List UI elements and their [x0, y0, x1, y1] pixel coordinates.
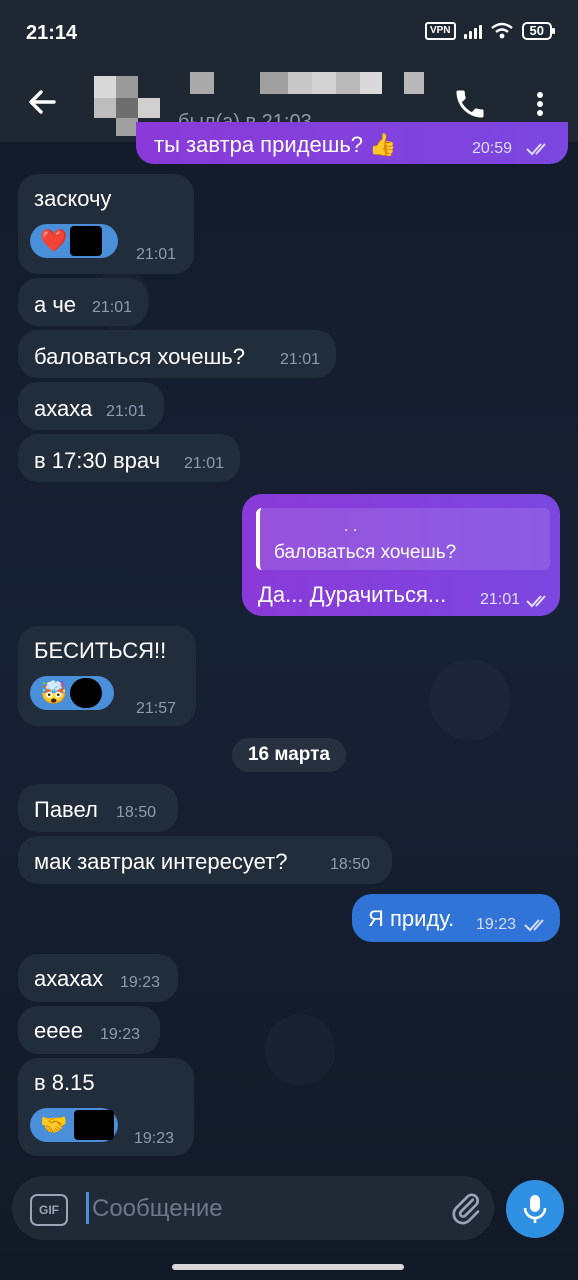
vpn-icon: VPN [424, 22, 456, 40]
message-text: ееее [34, 1018, 83, 1043]
reaction-chip[interactable]: 🤯 [30, 676, 114, 710]
reactor-avatar [74, 1110, 114, 1140]
battery-icon: 50 [521, 22, 556, 40]
message-text: БЕСИТЬСЯ!! [34, 638, 167, 663]
message-text: Павел [34, 797, 98, 822]
heart-icon: ❤️ [40, 228, 68, 253]
message-text: мак завтрак интересует? [34, 849, 288, 874]
message-time: 19:23 [134, 1130, 175, 1147]
gif-button[interactable]: GIF [30, 1194, 68, 1226]
message-time: 21:01 [136, 246, 177, 263]
message-composer: GIF [12, 1176, 494, 1240]
microphone-button[interactable] [506, 1180, 564, 1238]
message-bubble-incoming[interactable]: Павел 18:50 [18, 784, 178, 832]
message-bubble-incoming[interactable]: БЕСИТЬСЯ!! 🤯 21:57 [18, 626, 196, 726]
message-time: 19:23 [476, 916, 517, 933]
status-icons: VPN 50 [424, 22, 556, 40]
message-text: Да... Дурачиться... [258, 582, 447, 607]
reply-text: баловаться хочешь? [274, 542, 457, 563]
reply-quote[interactable]: . . баловаться хочешь? [256, 508, 550, 570]
message-bubble-incoming[interactable]: мак завтрак интересует? 18:50 [18, 836, 392, 884]
read-check-icon [526, 595, 546, 608]
message-text: заскочу [34, 186, 112, 211]
message-time: 18:50 [116, 804, 157, 821]
status-time: 21:14 [26, 22, 78, 44]
message-time: 21:01 [106, 403, 147, 420]
reaction-chip[interactable]: ❤️ [30, 224, 118, 258]
message-text: в 8.15 [34, 1070, 95, 1095]
message-bubble-incoming[interactable]: заскочу ❤️ 21:01 [18, 174, 194, 274]
reactor-avatar [70, 678, 102, 708]
message-text: ахаха [34, 396, 93, 421]
message-bubble-incoming[interactable]: а че 21:01 [18, 278, 148, 326]
reply-author: . . [344, 518, 358, 535]
message-text: баловаться хочешь? [34, 344, 245, 369]
text-cursor [86, 1192, 89, 1224]
message-time: 21:01 [280, 351, 321, 368]
paperclip-icon[interactable] [448, 1190, 484, 1226]
message-time: 21:01 [184, 455, 225, 472]
reaction-chip[interactable]: 🤝 [30, 1108, 118, 1142]
message-input[interactable] [90, 1189, 434, 1229]
message-time: 21:01 [480, 591, 521, 608]
message-text: Я приду. [368, 906, 455, 931]
exploding-head-icon: 🤯 [40, 680, 68, 705]
message-time: 18:50 [330, 856, 371, 873]
read-check-icon [524, 919, 544, 932]
message-bubble-incoming[interactable]: ахаха 21:01 [18, 382, 164, 430]
date-label: 16 марта [247, 744, 330, 765]
message-bubble-incoming[interactable]: ахахах 19:23 [18, 954, 178, 1002]
message-text: в 17:30 врач [34, 448, 161, 473]
message-bubble-incoming[interactable]: в 17:30 врач 21:01 [18, 434, 240, 482]
message-text: а че [34, 292, 77, 317]
message-bubble-incoming[interactable]: баловаться хочешь? 21:01 [18, 330, 336, 378]
read-check-icon [526, 143, 546, 156]
message-time: 21:57 [136, 700, 177, 717]
message-bubble-incoming[interactable]: в 8.15 🤝 19:23 [18, 1058, 194, 1156]
signal-icon [463, 23, 482, 39]
status-bar: 21:14 VPN 50 [0, 0, 578, 66]
message-time: 21:01 [92, 299, 133, 316]
message-bubble-outgoing[interactable]: Я приду. 19:23 [352, 894, 560, 942]
reactor-avatar [70, 226, 102, 256]
message-time: 19:23 [100, 1026, 141, 1043]
handshake-icon: 🤝 [40, 1112, 68, 1137]
date-separator: 16 марта [232, 738, 346, 772]
message-time: 20:59 [472, 140, 513, 157]
wifi-icon [490, 22, 513, 39]
message-time: 19:23 [120, 974, 161, 991]
message-bubble-incoming[interactable]: ееее 19:23 [18, 1006, 160, 1054]
home-indicator [172, 1264, 404, 1270]
microphone-icon [523, 1195, 547, 1223]
message-text: ахахах [34, 966, 104, 991]
